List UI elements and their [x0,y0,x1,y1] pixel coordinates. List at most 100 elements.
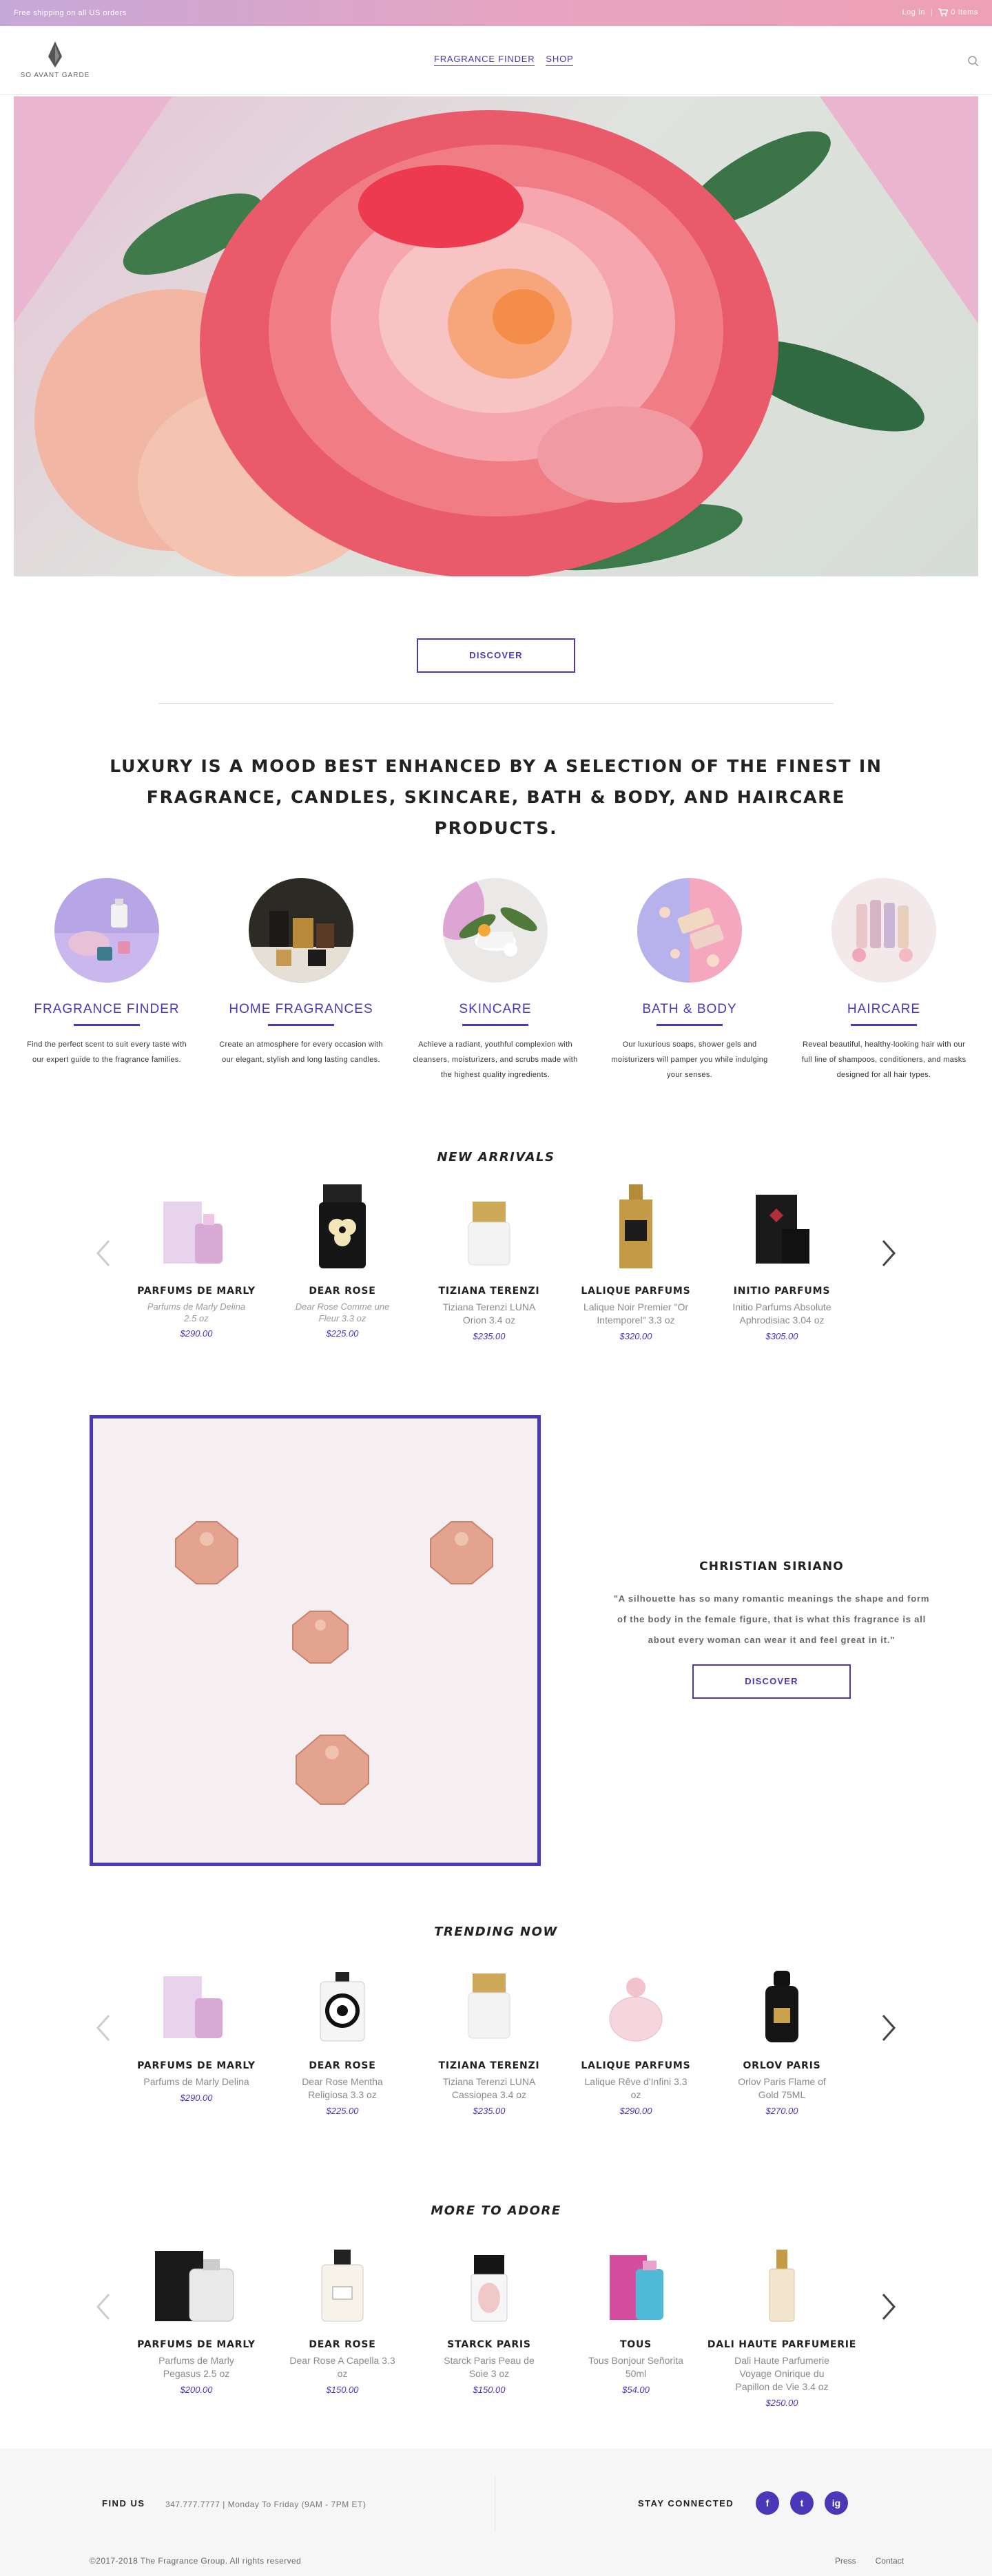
product-card[interactable]: LALIQUE PARFUMS Lalique Noir Premier "Or… [560,1184,712,1341]
product-name: Initio Parfums Absolute Aphrodisiac 3.04… [732,1301,831,1326]
logo-text: SO AVANT GARDE [20,72,90,79]
product-card[interactable]: DEAR ROSE Dear Rose Comme une Fleur 3.3 … [267,1184,418,1339]
product-name: Lalique Noir Premier "Or Intemporel" 3.3… [583,1301,689,1326]
trending-carousel: PARFUMS DE MARLY Parfums de Marly Delina… [90,1969,902,2135]
category-title: HOME FRAGRANCES [229,1002,373,1016]
main-nav: FRAGRANCE FINDER SHOP [434,54,574,66]
nav-fragrance-finder[interactable]: FRAGRANCE FINDER [434,54,535,66]
category-title: HAIRCARE [847,1002,921,1016]
arrow-left-icon[interactable] [90,2007,117,2049]
more-to-adore-title: MORE TO ADORE [431,2203,561,2218]
title-underline [74,1024,140,1026]
press-link[interactable]: Press [835,2556,856,2566]
cart-icon [938,8,949,17]
product-card[interactable]: TOUS Tous Bonjour Señorita 50ml $54.00 [560,2248,712,2395]
arrow-right-icon[interactable] [875,2286,902,2327]
product-price: $200.00 [180,2385,213,2395]
product-brand: PARFUMS DE MARLY [137,2339,256,2350]
category-title: FRAGRANCE FINDER [34,1002,180,1016]
product-name: Lalique Rêve d'Infini 3.3 oz [584,2076,688,2100]
product-card[interactable]: PARFUMS DE MARLY Parfums de Marly Delina… [121,1969,272,2103]
title-underline [657,1024,723,1026]
feature-discover-button[interactable]: DISCOVER [692,1664,851,1699]
new-arrivals-title: NEW ARRIVALS [437,1150,555,1164]
category-bath-body[interactable]: BATH & BODY Our luxurious soaps, shower … [600,878,779,1082]
peony-flower-image [14,96,978,576]
product-image [267,2248,418,2324]
product-price: $225.00 [326,1328,359,1339]
product-brand: STARCK PARIS [447,2339,531,2350]
product-price: $150.00 [326,2385,359,2395]
product-price: $250.00 [765,2398,798,2408]
facebook-icon[interactable]: f [756,2491,779,2515]
new-arrivals-carousel: PARFUMS DE MARLY Parfums de Marly Delina… [90,1184,902,1363]
product-card[interactable]: ORLOV PARIS Orlov Paris Flame of Gold 75… [706,1969,858,2116]
product-name: Parfums de Marly Delina 2.5 oz [147,1301,246,1323]
category-home-fragrances[interactable]: HOME FRAGRANCES Create an atmosphere for… [211,878,391,1067]
arrow-left-icon[interactable] [90,2286,117,2327]
social-links: f t ig [756,2491,848,2515]
category-row: FRAGRANCE FINDER Find the perfect scent … [0,878,992,1085]
title-underline [462,1024,528,1026]
category-haircare[interactable]: HAIRCARE Reveal beautiful, healthy-looki… [794,878,973,1082]
product-card[interactable]: DEAR ROSE Dear Rose A Capella 3.3 oz $15… [267,2248,418,2395]
product-card[interactable]: PARFUMS DE MARLY Parfums de Marly Pegasu… [121,2248,272,2395]
category-image [249,878,353,983]
product-image [121,1969,272,2045]
product-name: Dali Haute Parfumerie Voyage Onirique du… [734,2355,829,2392]
product-price: $54.00 [622,2385,650,2395]
title-underline [268,1024,334,1026]
product-name: Parfums de Marly Delina [143,2076,249,2087]
product-card[interactable]: INITIO PARFUMS Initio Parfums Absolute A… [706,1184,858,1341]
product-name: Orlov Paris Flame of Gold 75ML [738,2076,826,2100]
category-skincare[interactable]: SKINCARE Achieve a radiant, youthful com… [406,878,585,1082]
category-fragrance-finder[interactable]: FRAGRANCE FINDER Find the perfect scent … [17,878,196,1067]
product-image [413,2248,565,2324]
category-image [637,878,742,983]
product-name: Dear Rose Comme une Fleur 3.3 oz [295,1301,390,1323]
product-price: $305.00 [765,1331,798,1341]
account-links: Log In | 0 Items [902,8,978,17]
product-brand: TIZIANA TERENZI [438,2060,540,2071]
login-link[interactable]: Log In [902,8,925,17]
product-brand: TIZIANA TERENZI [438,1286,540,1297]
product-price: $290.00 [180,2093,213,2103]
contact-link[interactable]: Contact [876,2556,904,2566]
product-brand: DEAR ROSE [309,2339,376,2350]
product-brand: TOUS [619,2339,652,2350]
product-brand: INITIO PARFUMS [733,1286,831,1297]
product-card[interactable]: TIZIANA TERENZI Tiziana Terenzi LUNA Cas… [413,1969,565,2116]
site-logo[interactable]: SO AVANT GARDE [14,40,96,81]
product-image [560,2248,712,2324]
twitter-icon[interactable]: t [790,2491,814,2515]
product-price: $290.00 [180,1328,213,1339]
product-card[interactable]: PARFUMS DE MARLY Parfums de Marly Delina… [121,1184,272,1339]
product-brand: LALIQUE PARFUMS [581,2060,691,2071]
title-underline [851,1024,917,1026]
product-card[interactable]: DEAR ROSE Dear Rose Mentha Religiosa 3.3… [267,1969,418,2116]
tagline: LUXURY IS A MOOD BEST ENHANCED BY A SELE… [110,756,882,838]
nav-shop[interactable]: SHOP [546,54,574,66]
search-icon[interactable] [967,55,980,67]
product-name: Tous Bonjour Señorita 50ml [588,2355,683,2379]
product-card[interactable]: STARCK PARIS Starck Paris Peau de Soie 3… [413,2248,565,2395]
product-price: $235.00 [473,1331,506,1341]
product-card[interactable]: LALIQUE PARFUMS Lalique Rêve d'Infini 3.… [560,1969,712,2116]
feature-text: CHRISTIAN SIRIANO "A silhouette has so m… [592,1560,951,1699]
arrow-right-icon[interactable] [875,2007,902,2049]
cart-link[interactable]: 0 Items [938,8,978,17]
arrow-left-icon[interactable] [90,1233,117,1274]
product-price: $225.00 [326,2106,359,2116]
instagram-icon[interactable]: ig [825,2491,848,2515]
category-image [831,878,936,983]
hero-banner [14,96,978,576]
product-card[interactable]: TIZIANA TERENZI Tiziana Terenzi LUNA Ori… [413,1184,565,1341]
product-brand: ORLOV PARIS [743,2060,821,2071]
product-image [706,1184,858,1270]
feature-image [90,1415,541,1866]
product-card[interactable]: DALI HAUTE PARFUMERIE Dali Haute Parfume… [706,2248,858,2408]
site-header: SO AVANT GARDE FRAGRANCE FINDER SHOP [0,26,992,95]
arrow-right-icon[interactable] [875,1233,902,1274]
discover-button[interactable]: DISCOVER [417,638,575,673]
product-name: Dear Rose Mentha Religiosa 3.3 oz [302,2076,383,2100]
